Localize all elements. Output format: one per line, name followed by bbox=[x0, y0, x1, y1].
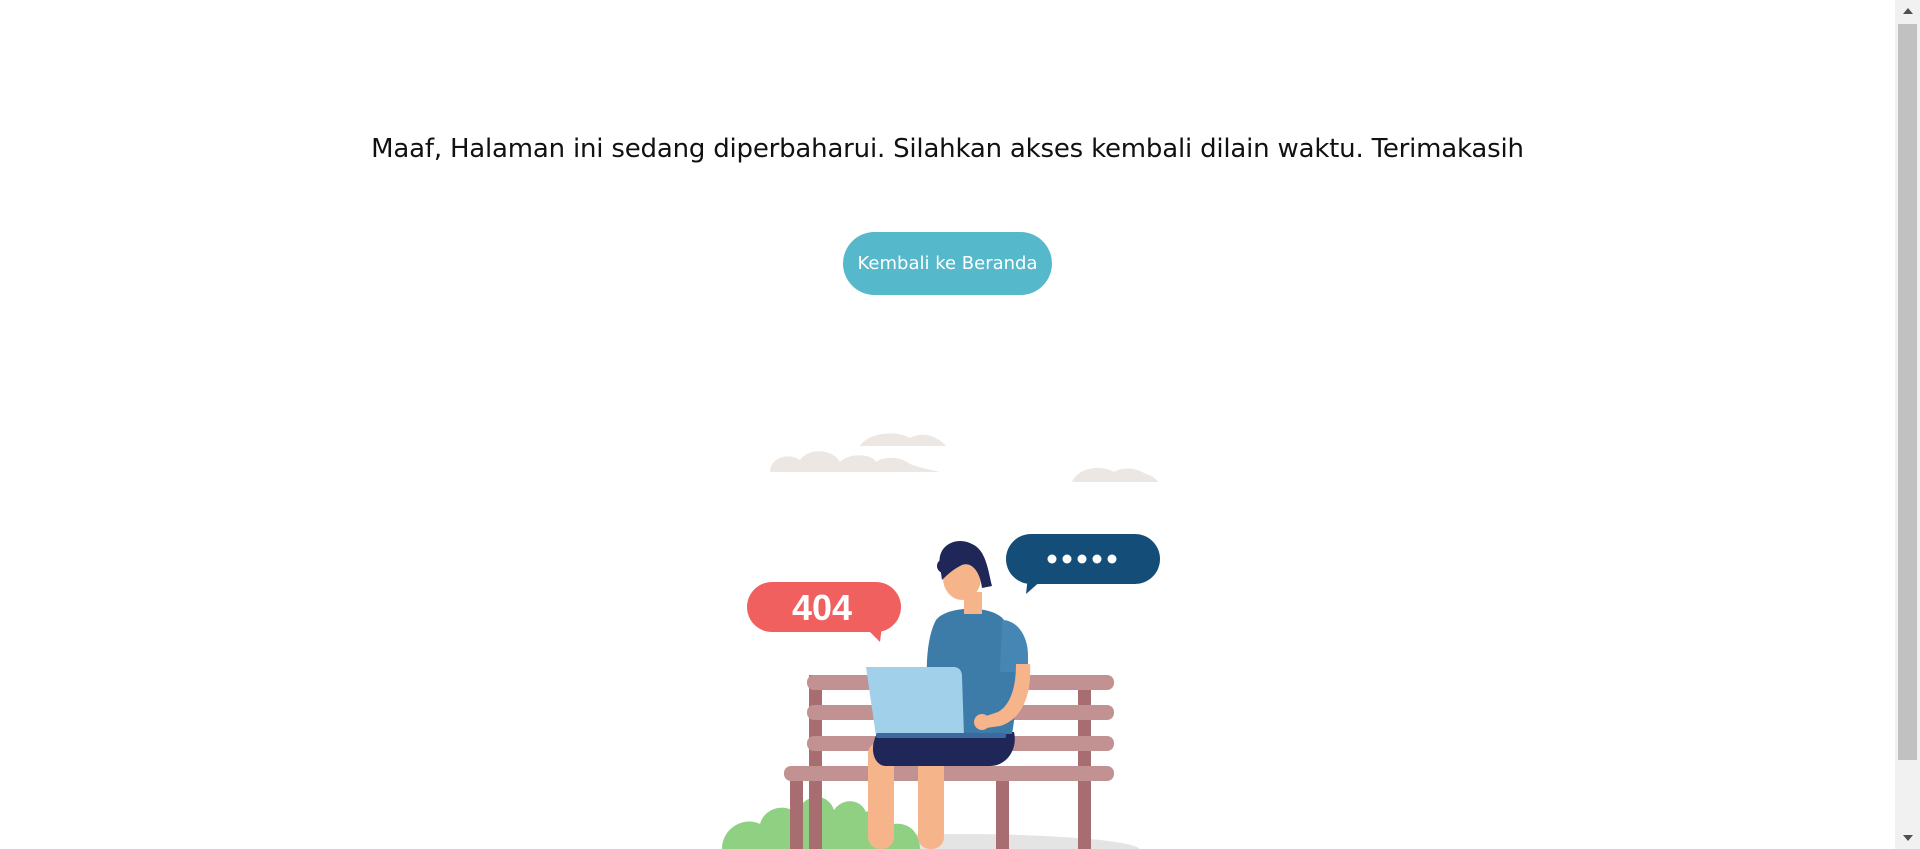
scroll-down-arrow-icon[interactable] bbox=[1895, 829, 1920, 847]
main-content: Maaf, Halaman ini sedang diperbaharui. S… bbox=[0, 0, 1895, 849]
scrollbar-thumb[interactable] bbox=[1898, 24, 1917, 760]
scroll-up-arrow-icon[interactable] bbox=[1895, 2, 1920, 20]
maintenance-message: Maaf, Halaman ini sedang diperbaharui. S… bbox=[371, 134, 1524, 164]
speech-bubble-icon: 404 bbox=[747, 582, 901, 642]
speech-bubble-icon bbox=[1006, 534, 1160, 594]
vertical-scrollbar[interactable] bbox=[1895, 0, 1920, 849]
maintenance-illustration: 404 bbox=[722, 433, 1160, 849]
page: Maaf, Halaman ini sedang diperbaharui. S… bbox=[0, 0, 1920, 849]
back-to-home-button[interactable]: Kembali ke Beranda bbox=[843, 232, 1052, 295]
cloud-icon bbox=[770, 433, 1158, 482]
error-code-text: 404 bbox=[792, 587, 852, 628]
